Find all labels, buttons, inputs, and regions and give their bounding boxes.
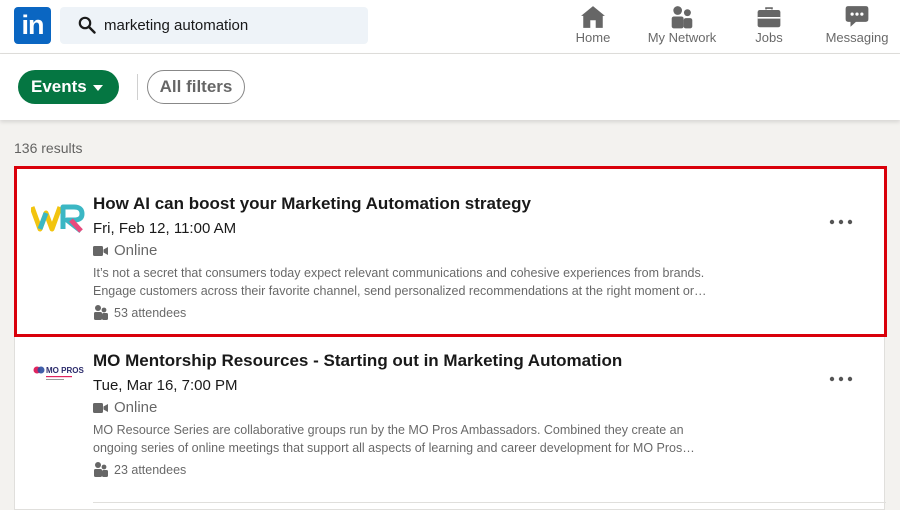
result-divider <box>93 502 886 503</box>
events-filter-label: Events <box>31 77 87 96</box>
event-title[interactable]: MO Mentorship Resources - Starting out i… <box>93 351 622 371</box>
event-location: Online <box>93 399 157 416</box>
event-description: MO Resource Series are collaborative gro… <box>93 421 753 457</box>
event-title[interactable]: How AI can boost your Marketing Automati… <box>93 194 531 214</box>
events-filter-button[interactable]: Events <box>18 70 119 104</box>
event-description-line: MO Resource Series are collaborative gro… <box>93 423 684 437</box>
top-nav: in Home My Network Jobs <box>0 0 900 54</box>
event-date: Fri, Feb 12, 11:00 AM <box>93 220 237 237</box>
nav-home[interactable]: Home <box>563 0 623 54</box>
more-options-button[interactable] <box>827 209 855 229</box>
nav-my-network[interactable]: My Network <box>638 0 726 54</box>
more-options-button[interactable] <box>827 366 855 386</box>
people-icon <box>94 305 108 320</box>
event-description-line: Engage customers across their favorite c… <box>93 284 707 298</box>
caret-down-icon <box>93 85 103 91</box>
linkedin-logo[interactable]: in <box>14 7 51 44</box>
event-attendees: 23 attendees <box>93 461 186 477</box>
event-attendees-count: 23 attendees <box>114 463 187 477</box>
video-camera-icon <box>93 246 108 256</box>
search-icon <box>78 16 96 34</box>
filter-bar: Events All filters <box>0 54 900 120</box>
event-location-text: Online <box>114 399 158 416</box>
video-camera-icon <box>93 403 108 413</box>
ellipsis-icon <box>829 376 853 382</box>
nav-jobs[interactable]: Jobs <box>740 0 798 54</box>
home-icon <box>581 6 605 28</box>
event-description-line: It’s not a secret that consumers today e… <box>93 266 705 280</box>
people-icon <box>94 462 108 477</box>
event-location-text: Online <box>114 242 158 259</box>
event-attendees-count: 53 attendees <box>114 306 187 320</box>
nav-messaging[interactable]: Messaging <box>818 0 896 54</box>
ellipsis-icon <box>829 219 853 225</box>
event-description: It’s not a secret that consumers today e… <box>93 264 753 300</box>
event-date: Tue, Mar 16, 7:00 PM <box>93 377 238 394</box>
event-location: Online <box>93 242 157 259</box>
search-box[interactable] <box>60 7 368 44</box>
results-list: How AI can boost your Marketing Automati… <box>14 166 887 510</box>
filter-divider <box>137 74 138 100</box>
event-logo-wr <box>31 204 85 233</box>
nav-messaging-label: Messaging <box>825 30 889 45</box>
results-count: 136 results <box>14 140 83 156</box>
event-attendees: 53 attendees <box>93 304 186 320</box>
nav-home-label: Home <box>575 30 611 45</box>
logo-mo-text: MO PROS <box>46 366 84 375</box>
event-result[interactable]: How AI can boost your Marketing Automati… <box>14 166 887 337</box>
nav-jobs-label: Jobs <box>755 30 783 45</box>
briefcase-icon <box>757 7 781 28</box>
event-description-line: ongoing series of online meetings that s… <box>93 441 695 455</box>
nav-my-network-label: My Network <box>647 30 717 45</box>
messaging-icon <box>845 6 869 27</box>
event-logo-mo-pros: MO PROS <box>33 366 84 380</box>
event-result[interactable]: MO Mentorship Resources - Starting out i… <box>15 335 886 503</box>
people-icon <box>671 6 693 29</box>
search-input[interactable] <box>104 7 360 44</box>
all-filters-button[interactable]: All filters <box>147 70 245 104</box>
